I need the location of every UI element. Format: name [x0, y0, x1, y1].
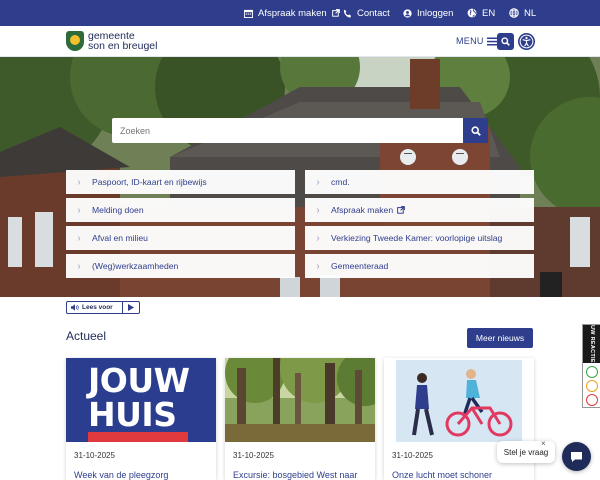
accessibility-button[interactable] [518, 33, 535, 50]
quick-link-label: Paspoort, ID-kaart en rijbewijs [92, 177, 207, 187]
poster-partial-line [88, 432, 188, 442]
language-en-link[interactable]: EN [467, 0, 495, 26]
chevron-right-icon: › [77, 204, 81, 216]
menu-label: MENU [456, 36, 484, 46]
speaker-icon [71, 304, 79, 311]
news-card-date: 31-10-2025 [233, 451, 274, 460]
chevron-right-icon: › [316, 232, 320, 244]
quick-link-label: Verkiezing Tweede Kamer: voorlopige uits… [331, 233, 503, 243]
news-card-date: 31-10-2025 [74, 451, 115, 460]
forest-photo [225, 358, 375, 442]
logo-line2: son en breugel [88, 40, 158, 52]
calendar-icon [244, 9, 253, 18]
news-card[interactable]: JOUW HUIS 31-10-2025 Week van de pleegzo… [66, 358, 216, 480]
quick-link-council[interactable]: › Gemeenteraad [305, 254, 534, 278]
language-en-label: EN [482, 7, 496, 19]
contact-link[interactable]: Contact [343, 0, 390, 26]
quick-link-label: Afspraak maken [331, 205, 394, 215]
chat-icon [571, 451, 582, 462]
quick-link-appointment[interactable]: › Afspraak maken [305, 198, 534, 222]
chevron-right-icon: › [77, 260, 81, 272]
globe-icon [467, 8, 477, 18]
municipality-logo[interactable]: gemeente son en breugel [66, 30, 157, 52]
header-search-button[interactable] [497, 33, 514, 50]
chevron-right-icon: › [316, 176, 320, 188]
phone-icon [343, 9, 352, 18]
language-nl-label: NL [524, 7, 537, 19]
search-icon [470, 125, 481, 136]
chevron-right-icon: › [77, 232, 81, 244]
chevron-right-icon: › [316, 204, 320, 216]
quick-link-roadworks[interactable]: › (Weg)werkzaamheden [66, 254, 295, 278]
happy-face-icon[interactable] [586, 366, 598, 378]
chevron-right-icon: › [316, 260, 320, 272]
quick-link-label: cmd. [331, 177, 350, 187]
appointment-label: Afspraak maken [258, 7, 327, 19]
chat-prompt-bubble[interactable]: Stel je vraag [497, 441, 555, 463]
user-icon [403, 8, 412, 18]
site-search [112, 118, 488, 143]
neutral-face-icon[interactable] [586, 380, 598, 392]
chevron-right-icon: › [77, 176, 81, 188]
accessibility-icon [519, 34, 534, 49]
play-icon [128, 304, 134, 311]
poster-line1: JOUW [88, 361, 190, 400]
news-card-image [225, 358, 375, 442]
news-card-date: 31-10-2025 [392, 451, 433, 460]
world-icon [509, 8, 519, 18]
news-card-title: Week van de pleegzorg [74, 470, 169, 480]
contact-label: Contact [357, 7, 390, 19]
news-card-title: Onze lucht moet schoner [392, 470, 493, 480]
quick-link-passport[interactable]: › Paspoort, ID-kaart en rijbewijs [66, 170, 295, 194]
appointment-link[interactable]: Afspraak maken [244, 0, 340, 26]
read-aloud-button[interactable]: Lees voor [67, 302, 123, 313]
close-icon[interactable]: × [541, 439, 546, 448]
news-section-title: Actueel [66, 329, 107, 343]
quick-link-label: Gemeenteraad [331, 261, 389, 271]
read-aloud-label: Lees voor [82, 304, 113, 311]
coat-of-arms-icon [66, 31, 84, 51]
read-aloud-widget[interactable]: Lees voor [66, 301, 140, 314]
external-link-icon [331, 9, 340, 17]
sad-face-icon[interactable] [586, 394, 598, 406]
menu-button[interactable]: MENU [456, 36, 497, 46]
language-nl-link[interactable]: NL [509, 0, 536, 26]
news-card-image [384, 358, 534, 442]
news-card[interactable]: 31-10-2025 Excursie: bosgebied West naar [225, 358, 375, 480]
poster-line2: HUIS [88, 395, 177, 434]
quick-link-report[interactable]: › Melding doen [66, 198, 295, 222]
quick-link-waste[interactable]: › Afval en milieu [66, 226, 295, 250]
chat-button[interactable] [562, 442, 591, 471]
news-card-title: Excursie: bosgebied West naar [233, 470, 358, 480]
search-submit-button[interactable] [463, 118, 488, 143]
quick-link-election[interactable]: › Verkiezing Tweede Kamer: voorlopige ui… [305, 226, 534, 250]
feedback-label: UW REACTIE [583, 325, 600, 363]
hamburger-icon [486, 37, 497, 45]
news-card-image: JOUW HUIS [66, 358, 216, 442]
top-utility-bar: Afspraak maken Contact Inloggen EN NL [0, 0, 600, 26]
play-button[interactable] [123, 304, 139, 311]
login-label: Inloggen [417, 7, 454, 19]
search-input[interactable] [112, 118, 463, 143]
cyclist-illustration [384, 358, 534, 442]
feedback-tab[interactable]: UW REACTIE [582, 324, 600, 408]
quick-link-cmd[interactable]: › cmd. [305, 170, 534, 194]
more-news-button[interactable]: Meer nieuws [467, 328, 533, 348]
search-icon [501, 37, 510, 46]
external-link-icon [397, 206, 405, 214]
quick-link-label: Afval en milieu [92, 233, 148, 243]
quick-link-label: (Weg)werkzaamheden [92, 261, 179, 271]
quick-link-label: Melding doen [92, 205, 144, 215]
login-link[interactable]: Inloggen [403, 0, 453, 26]
logo-wordmark: gemeente son en breugel [88, 31, 158, 52]
